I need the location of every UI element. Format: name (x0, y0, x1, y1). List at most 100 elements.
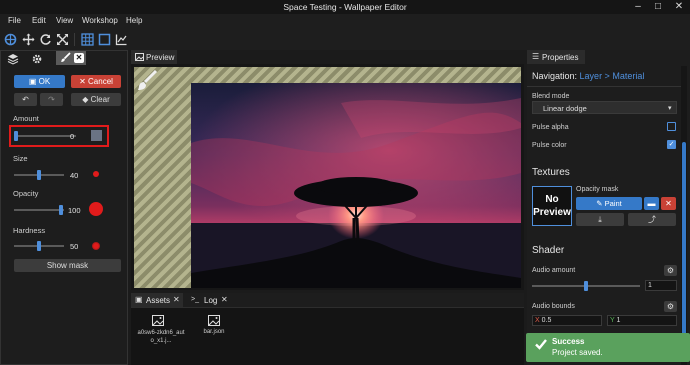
paint-label: Paint (604, 199, 622, 208)
size-slider-thumb[interactable] (37, 170, 41, 180)
import-button[interactable]: ⤓ (576, 213, 624, 226)
opacity-slider-track[interactable] (14, 209, 64, 211)
navigation-prefix: Navigation: (532, 71, 578, 81)
brush-icon: ✎ (596, 199, 603, 208)
toast-message: Project saved. (552, 348, 603, 357)
title-bar: Space Testing - Wallpaper Editor – □ ✕ (0, 0, 690, 14)
remove-texture-button[interactable]: ✕ (661, 197, 676, 210)
minimize-button[interactable]: – (631, 1, 645, 13)
cancel-button[interactable]: ✕ Cancel (71, 75, 121, 88)
audio-bounds-label: Audio bounds (532, 303, 575, 310)
asset-item[interactable]: a0sw6-zkdn6_auto_x1.j... (137, 315, 185, 355)
amount-slider-thumb[interactable] (14, 131, 18, 141)
maximize-button[interactable]: □ (651, 1, 665, 13)
checkmark-icon (534, 337, 548, 353)
image-file-icon (208, 315, 220, 328)
opacity-value[interactable]: 100 (68, 206, 81, 215)
brush-tab[interactable]: ✕ (56, 51, 86, 65)
hardness-preview-dot (92, 242, 100, 250)
close-tab-icon[interactable]: ✕ (74, 53, 84, 63)
move-tool-icon[interactable] (22, 33, 35, 46)
success-toast[interactable]: Success Project saved. (526, 333, 690, 362)
close-log-icon[interactable]: ✕ (221, 295, 228, 304)
opacity-slider-thumb[interactable] (59, 205, 63, 215)
ok-label: OK (38, 77, 51, 86)
chart-icon[interactable] (115, 33, 128, 46)
x-value: 0.5 (541, 317, 552, 324)
scale-tool-icon[interactable] (56, 33, 69, 46)
audio-bounds-settings-button[interactable]: ⚙ (664, 301, 677, 312)
assets-icon: ▣ (135, 295, 143, 304)
paint-button[interactable]: ✎ Paint (576, 197, 642, 210)
menu-edit[interactable]: Edit (32, 16, 46, 25)
divider (527, 86, 681, 87)
asset-item[interactable]: bar.json (197, 315, 231, 355)
gear-icon: ⚙ (666, 266, 675, 275)
audio-bounds-x-field[interactable]: X 0.5 (532, 315, 602, 326)
clear-label: Clear (90, 95, 110, 104)
menu-workshop[interactable]: Workshop (82, 16, 118, 25)
close-assets-icon[interactable]: ✕ (173, 295, 180, 304)
brush-icon (60, 52, 71, 65)
menu-bar: File Edit View Workshop Help (0, 14, 690, 29)
close-icon: ✕ (665, 199, 672, 208)
ok-button[interactable]: ▣ OK (14, 75, 65, 88)
audio-amount-settings-button[interactable]: ⚙ (664, 265, 677, 276)
amount-slider-track[interactable] (14, 135, 76, 137)
audio-amount-label: Audio amount (532, 267, 576, 274)
image-icon (135, 53, 144, 63)
opacity-preview-dot (89, 202, 103, 216)
tab-assets[interactable]: ▣ Assets ✕ (131, 293, 183, 307)
brush-cursor-icon (136, 69, 158, 93)
navigation-path[interactable]: Layer > Material (580, 71, 645, 81)
assets-tab-label: Assets (146, 296, 171, 305)
scrollbar-thumb[interactable] (682, 142, 686, 362)
export-icon: ⤴ (648, 215, 656, 224)
window-title: Space Testing - Wallpaper Editor (283, 2, 407, 12)
preview-tab-label: Preview (146, 53, 175, 62)
rotate-tool-icon[interactable] (39, 33, 52, 46)
no-preview-thumbnail[interactable]: No Preview (532, 186, 572, 226)
amount-value[interactable]: 0 (70, 132, 74, 141)
export-button[interactable]: ⤴ (628, 213, 676, 226)
audio-bounds-y-field[interactable]: Y 1 (607, 315, 677, 326)
size-value[interactable]: 40 (70, 171, 78, 180)
pulse-color-checkbox[interactable]: ✓ (667, 140, 676, 149)
list-icon: ☰ (532, 52, 540, 61)
pulse-color-label: Pulse color (532, 142, 567, 149)
open-folder-button[interactable]: ▬ (644, 197, 659, 210)
tab-properties[interactable]: ☰ Properties (527, 50, 585, 64)
menu-view[interactable]: View (56, 16, 73, 25)
hardness-value[interactable]: 50 (70, 242, 78, 251)
clear-button[interactable]: ◆ Clear (71, 93, 121, 106)
tab-log[interactable]: >_ Log ✕ (189, 293, 231, 307)
size-preview-dot (93, 171, 99, 177)
redo-button[interactable]: ↷ (40, 93, 63, 106)
undo-button[interactable]: ↶ (14, 93, 37, 106)
layers-tab-icon[interactable] (7, 53, 21, 65)
menu-file[interactable]: File (8, 16, 21, 25)
preview-tab[interactable]: Preview (131, 50, 177, 64)
folder-icon: ▬ (647, 199, 656, 208)
pulse-alpha-checkbox[interactable] (667, 122, 676, 131)
audio-amount-slider-thumb[interactable] (584, 281, 588, 291)
close-window-button[interactable]: ✕ (672, 1, 686, 13)
properties-scrollbar[interactable] (681, 66, 687, 365)
blend-mode-label: Blend mode (532, 93, 570, 100)
toast-title: Success (552, 337, 585, 346)
show-mask-button[interactable]: Show mask (14, 259, 121, 272)
settings-tab-icon[interactable] (31, 53, 45, 65)
grid-icon[interactable] (81, 33, 94, 46)
audio-amount-input[interactable]: 1 (645, 280, 677, 291)
shader-heading: Shader (532, 245, 565, 256)
textures-heading: Textures (532, 167, 570, 178)
wallpaper-image[interactable] (191, 83, 521, 288)
asset-name: bar.json (203, 329, 225, 335)
select-tool-icon[interactable] (4, 33, 17, 46)
frame-icon[interactable] (98, 33, 111, 46)
blend-mode-select[interactable]: Linear dodge ▾ (532, 101, 677, 114)
amount-color-swatch[interactable] (91, 130, 102, 141)
terminal-icon: >_ (191, 296, 199, 303)
menu-help[interactable]: Help (126, 16, 142, 25)
hardness-slider-thumb[interactable] (37, 241, 41, 251)
